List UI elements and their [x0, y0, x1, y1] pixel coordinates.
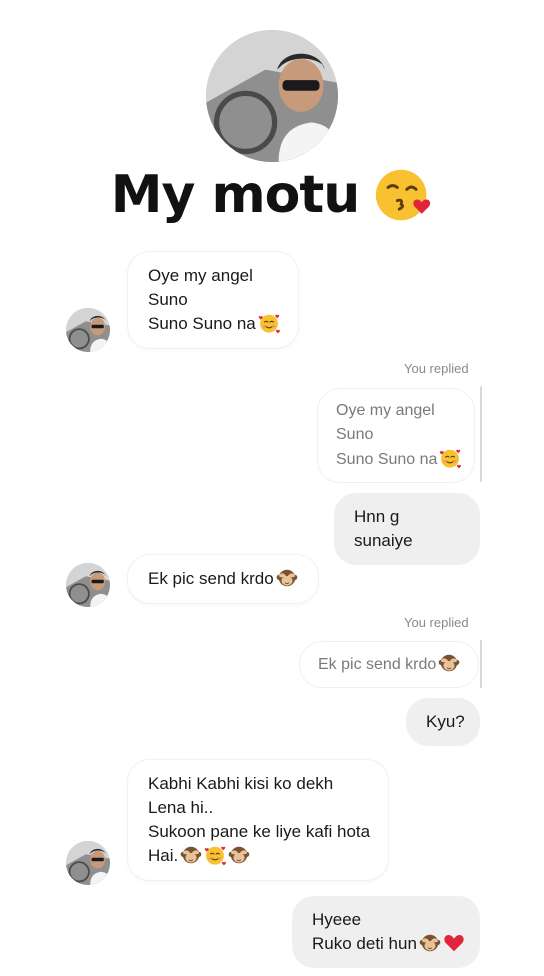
outgoing-message[interactable]: Kyu?	[406, 698, 480, 746]
smiling-face-with-hearts-icon	[439, 447, 461, 469]
quote-divider	[480, 386, 482, 482]
message-line: Suno Suno na	[148, 314, 256, 333]
outgoing-message[interactable]: Hnn g sunaiye	[334, 493, 480, 565]
incoming-message[interactable]: Oye my angel Suno Suno Suno na	[128, 252, 298, 348]
smiling-face-with-hearts-icon	[204, 844, 226, 866]
reply-label: You replied	[404, 361, 469, 376]
reply-label: You replied	[404, 615, 469, 630]
quoted-line: Suno	[336, 426, 374, 443]
message-line: Oye my angel	[148, 266, 253, 285]
message-line: Hyeee	[312, 910, 362, 929]
quoted-line: Oye my angel	[336, 402, 435, 419]
contact-name: My motu	[110, 165, 361, 225]
chat-header: My motu	[0, 0, 544, 240]
see-no-evil-monkey-icon	[228, 844, 250, 866]
contact-title: My motu	[0, 160, 544, 230]
quote-divider	[480, 640, 482, 688]
incoming-message[interactable]: Kabhi Kabhi kisi ko dekh Lena hi.. Sukoo…	[128, 760, 388, 880]
face-blowing-kiss-icon	[373, 165, 433, 225]
message-line: Hai.	[148, 846, 179, 865]
sender-avatar[interactable]	[66, 841, 110, 885]
see-no-evil-monkey-icon	[438, 652, 460, 674]
sender-avatar[interactable]	[66, 308, 110, 352]
smiling-face-with-hearts-icon	[258, 312, 280, 334]
sender-avatar[interactable]	[66, 563, 110, 607]
see-no-evil-monkey-icon	[276, 567, 298, 589]
message-line: Kabhi Kabhi kisi ko dekh	[148, 774, 334, 793]
quoted-message[interactable]: Oye my angel Suno Suno Suno na	[318, 389, 474, 482]
message-line: Lena hi..	[148, 798, 214, 817]
see-no-evil-monkey-icon	[180, 844, 202, 866]
message-line: Ruko deti hun	[312, 934, 417, 953]
outgoing-message[interactable]: Hyeee Ruko deti hun	[292, 896, 480, 968]
red-heart-icon	[443, 932, 465, 954]
message-line: Suno	[148, 290, 188, 309]
quoted-line: Ek pic send krdo	[318, 656, 437, 673]
message-line: Ek pic send krdo	[148, 569, 274, 588]
contact-profile-picture[interactable]	[206, 30, 338, 162]
message-line: Sukoon pane ke liye kafi hota	[148, 822, 371, 841]
quoted-message[interactable]: Ek pic send krdo	[300, 642, 478, 687]
see-no-evil-monkey-icon	[419, 932, 441, 954]
incoming-message[interactable]: Ek pic send krdo	[128, 555, 318, 603]
quoted-line: Suno Suno na	[336, 451, 438, 468]
